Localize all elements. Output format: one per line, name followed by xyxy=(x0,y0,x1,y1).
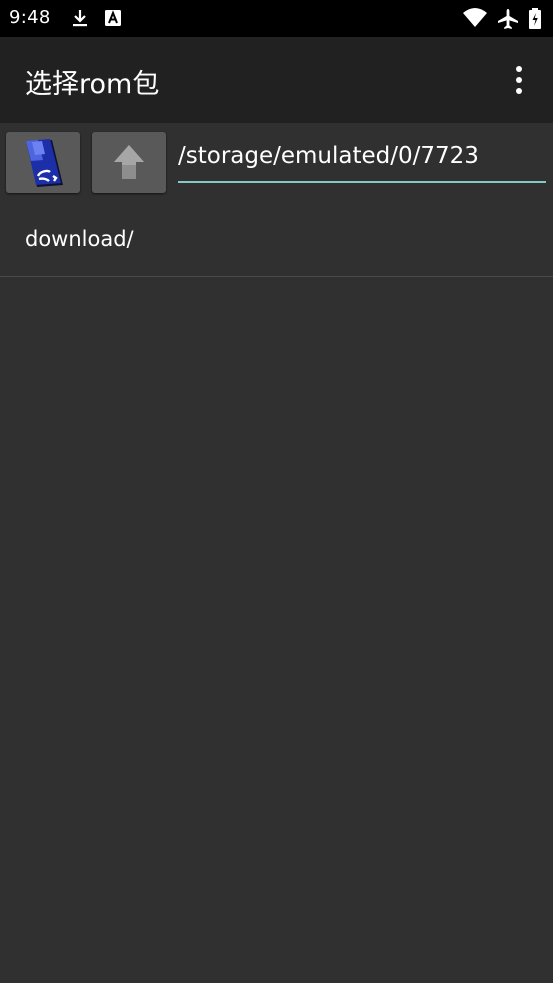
more-options-button[interactable] xyxy=(501,61,537,99)
file-list: download/ xyxy=(0,205,553,277)
list-item-label: download/ xyxy=(25,227,134,251)
page-title: 选择rom包 xyxy=(25,69,160,100)
wifi-icon xyxy=(462,8,488,32)
more-vert-icon xyxy=(516,66,522,94)
a-badge-icon xyxy=(104,8,122,32)
sd-card-button[interactable] xyxy=(6,132,80,193)
sd-card-icon xyxy=(26,139,63,187)
parent-directory-button[interactable] xyxy=(92,132,166,193)
status-bar: 9:48 xyxy=(0,0,553,37)
app-bar: 选择rom包 xyxy=(0,37,553,123)
battery-icon xyxy=(528,8,542,34)
list-item[interactable]: download/ xyxy=(0,205,553,277)
airplane-icon xyxy=(497,8,519,34)
path-input-value: /storage/emulated/0/7723 xyxy=(178,143,479,169)
arrow-up-icon xyxy=(114,145,144,179)
path-toolbar: /storage/emulated/0/7723 xyxy=(0,123,553,205)
path-input[interactable]: /storage/emulated/0/7723 xyxy=(178,137,546,183)
download-icon xyxy=(70,8,90,32)
status-time: 9:48 xyxy=(9,7,51,28)
